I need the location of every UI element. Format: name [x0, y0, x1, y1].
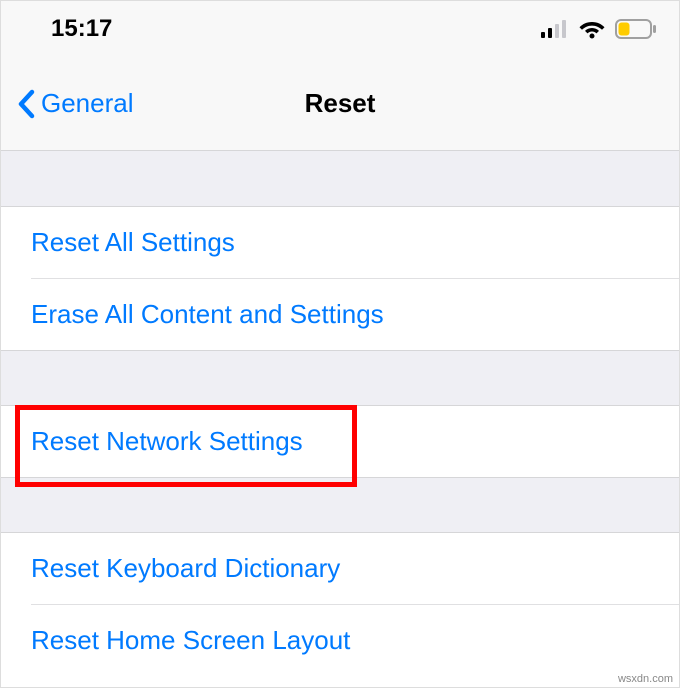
status-time: 15:17 — [51, 15, 112, 43]
wifi-icon — [579, 19, 605, 39]
back-label: General — [41, 88, 134, 119]
reset-network-settings[interactable]: Reset Network Settings — [1, 406, 679, 477]
settings-group: Reset Keyboard Dictionary Reset Home Scre… — [1, 533, 679, 676]
list-item-label: Erase All Content and Settings — [31, 299, 384, 330]
list-item-label: Reset Network Settings — [31, 426, 303, 457]
erase-all-content[interactable]: Erase All Content and Settings — [1, 278, 679, 350]
navigation-bar: General Reset — [1, 57, 679, 151]
group-spacer — [1, 477, 679, 533]
settings-group: Reset All Settings Erase All Content and … — [1, 207, 679, 350]
page-title: Reset — [305, 88, 376, 119]
status-bar: 15:17 — [1, 1, 679, 57]
status-indicators — [541, 19, 657, 39]
settings-list: Reset All Settings Erase All Content and … — [1, 151, 679, 676]
watermark: wsxdn.com — [618, 673, 673, 685]
list-item-label: Reset All Settings — [31, 227, 235, 258]
group-spacer — [1, 151, 679, 207]
back-button[interactable]: General — [1, 88, 134, 119]
reset-keyboard-dictionary[interactable]: Reset Keyboard Dictionary — [1, 533, 679, 604]
list-item-label: Reset Keyboard Dictionary — [31, 553, 340, 584]
settings-group: Reset Network Settings — [1, 406, 679, 477]
cellular-signal-icon — [541, 20, 569, 38]
list-item-label: Reset Home Screen Layout — [31, 625, 350, 656]
reset-home-screen-layout[interactable]: Reset Home Screen Layout — [1, 604, 679, 676]
reset-all-settings[interactable]: Reset All Settings — [1, 207, 679, 278]
chevron-left-icon — [17, 89, 35, 119]
battery-icon — [615, 19, 657, 39]
group-spacer — [1, 350, 679, 406]
